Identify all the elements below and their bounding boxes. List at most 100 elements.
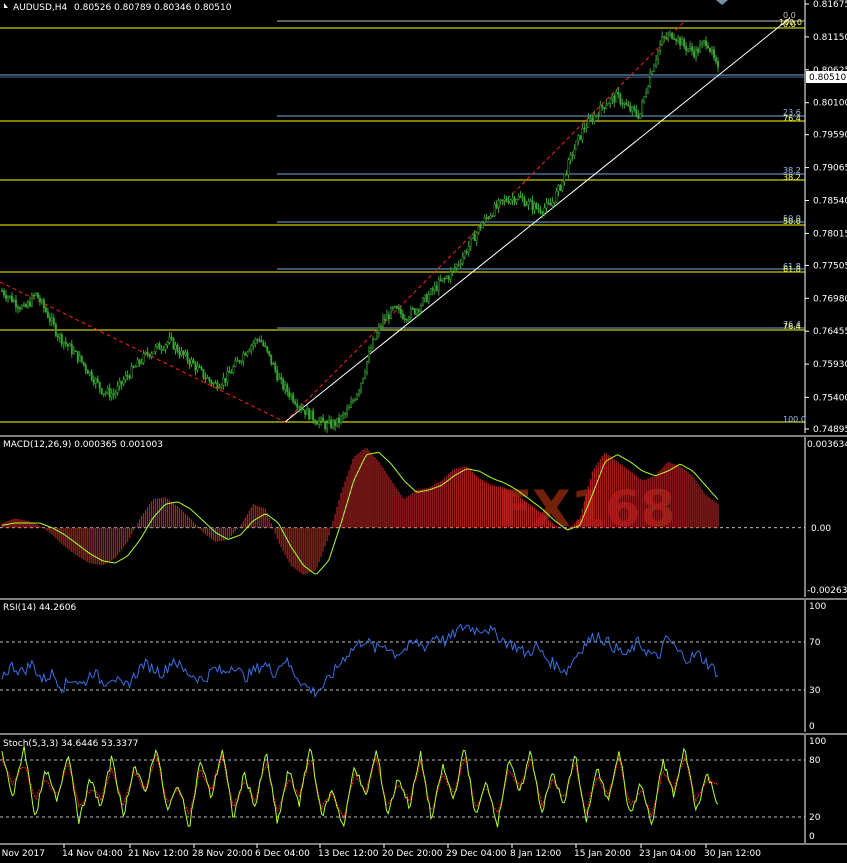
candle-body: [284, 384, 287, 390]
candle-body: [100, 388, 103, 395]
candle-body: [565, 173, 568, 175]
candle-body: [134, 366, 137, 368]
stoch-tick-label: 20: [809, 813, 821, 823]
candle-body: [122, 379, 125, 385]
chart-svg[interactable]: 0.816750.811500.806250.801000.795900.790…: [0, 0, 847, 859]
candle-body: [611, 95, 614, 99]
candle-body: [605, 104, 608, 109]
candle-body: [184, 352, 187, 355]
candle-body: [58, 334, 61, 338]
candle-body: [501, 199, 504, 202]
price-tick-label: 0.75400: [813, 393, 847, 403]
candle-body: [381, 318, 384, 328]
candle-body: [266, 346, 269, 352]
candle-body: [30, 294, 33, 307]
fib-level-label: 100.0: [783, 415, 806, 424]
candle-body: [358, 390, 360, 395]
candle-body: [20, 305, 23, 310]
candle-body: [607, 103, 610, 106]
candle-body: [286, 384, 289, 393]
candle-body: [252, 342, 255, 346]
candle-body: [477, 226, 480, 234]
candle-body: [567, 159, 570, 175]
candle-body: [453, 267, 456, 269]
price-tick-label: 0.78540: [813, 197, 847, 207]
candle-body: [445, 276, 448, 279]
candle-body: [561, 180, 564, 191]
candle-body: [589, 117, 592, 120]
candle-body: [262, 341, 265, 346]
candle-body: [639, 113, 642, 119]
candle-body: [447, 276, 450, 280]
candle-body: [174, 344, 177, 350]
candle-body: [573, 149, 576, 157]
candle-body: [322, 417, 325, 423]
candle-body: [158, 343, 161, 350]
candle-body: [156, 343, 159, 347]
candle-body: [595, 114, 598, 117]
candle-body: [439, 279, 442, 282]
candle-body: [280, 377, 283, 380]
candle-body: [413, 308, 416, 315]
candle-body: [549, 203, 552, 206]
candle-body: [633, 106, 636, 110]
candle-body: [659, 44, 662, 52]
candle-body: [399, 308, 402, 315]
candle-body: [17, 306, 19, 309]
candle-body: [64, 341, 67, 345]
candle-body: [591, 117, 594, 122]
candle-body: [220, 384, 223, 388]
candle-body: [693, 50, 696, 57]
candle-body: [222, 377, 225, 386]
candle-body: [11, 295, 13, 303]
candle-body: [202, 369, 205, 379]
candle-body: [647, 86, 650, 94]
macd-tick-label: 0.003634: [807, 440, 847, 450]
candle-body: [667, 34, 670, 39]
candle-body: [553, 201, 556, 204]
candle-body: [238, 360, 241, 363]
candle-body: [314, 419, 317, 424]
candle-body: [649, 73, 652, 87]
candle-body: [525, 204, 528, 207]
fib-level-label: 38.2: [783, 173, 801, 182]
candle-body: [585, 127, 588, 129]
candle-body: [625, 102, 628, 106]
candle-body: [581, 127, 584, 140]
candle-body: [521, 197, 524, 200]
candle-body: [5, 294, 7, 299]
candle-body: [715, 57, 717, 62]
candle-body: [527, 200, 530, 205]
candle-body: [228, 371, 231, 374]
candle-body: [52, 317, 55, 325]
candle-body: [40, 299, 43, 303]
candle-body: [148, 353, 151, 357]
candle-body: [232, 366, 235, 373]
candle-body: [419, 305, 422, 312]
candle-body: [212, 382, 215, 385]
candle-body: [278, 377, 281, 380]
candle-body: [360, 382, 362, 391]
candle-body: [208, 377, 211, 382]
candle-body: [515, 199, 518, 203]
candle-body: [78, 355, 81, 362]
candle-body: [433, 285, 436, 291]
candle-body: [679, 37, 682, 46]
candle-body: [162, 348, 165, 351]
candle-body: [695, 48, 698, 57]
candle-body: [497, 200, 500, 208]
candle-body: [170, 336, 173, 339]
candle-body: [673, 38, 676, 40]
candle-body: [15, 299, 17, 308]
candle-body: [190, 359, 193, 365]
candle-body: [495, 204, 498, 208]
candle-body: [224, 377, 227, 383]
candle-body: [577, 135, 580, 142]
candle-body: [32, 294, 35, 297]
candle-body: [653, 64, 656, 72]
candle-body: [144, 351, 147, 354]
candle-body: [543, 207, 546, 214]
candle-body: [62, 341, 65, 345]
candle-body: [583, 127, 586, 130]
price-tick-label: 0.81150: [813, 33, 847, 43]
